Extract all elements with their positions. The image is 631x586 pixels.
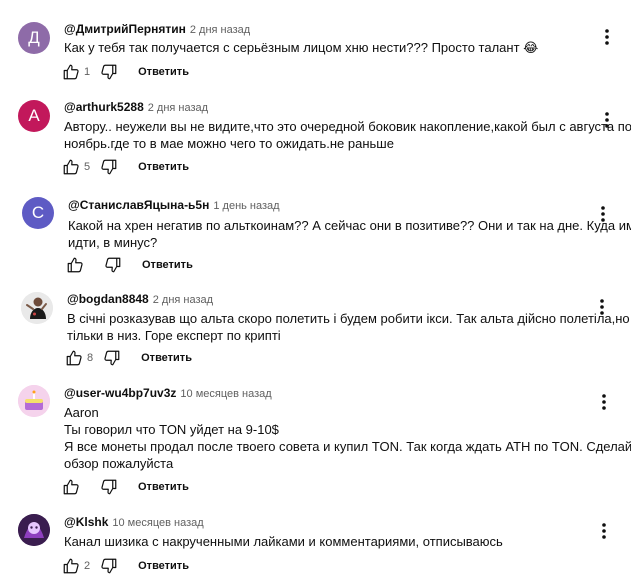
avatar-character-icon <box>18 514 50 546</box>
dislike-icon[interactable] <box>100 478 118 496</box>
dislike-icon[interactable] <box>100 158 118 176</box>
dislike-icon[interactable] <box>100 63 118 81</box>
more-options-icon[interactable] <box>603 28 611 46</box>
comment-text: Как у тебя так получается с серьёзным ли… <box>64 40 539 55</box>
reply-button[interactable]: Ответить <box>141 352 192 364</box>
comment-time[interactable]: 10 месяцев назад <box>112 517 203 529</box>
comment-text: Какой на хрен негатив по альткоинам?? А … <box>68 218 631 250</box>
dislike-icon[interactable] <box>104 256 122 274</box>
dislike-icon[interactable] <box>103 349 121 367</box>
reply-button[interactable]: Ответить <box>138 560 189 572</box>
avatar[interactable] <box>18 385 50 417</box>
comment-text: В січні розказував що альта скоро полети… <box>67 311 630 343</box>
comment-text: Автору.. неужели вы не видите,что это оч… <box>64 119 631 151</box>
comment-time[interactable]: 1 день назад <box>213 200 279 212</box>
comment-author[interactable]: @arthurk5288 <box>64 100 144 114</box>
avatar[interactable] <box>21 292 53 324</box>
like-icon[interactable] <box>62 63 80 81</box>
comment-author[interactable]: @Klshk <box>64 515 108 529</box>
more-options-icon[interactable] <box>598 298 606 316</box>
more-options-icon[interactable] <box>599 205 607 223</box>
like-count: 1 <box>84 66 91 78</box>
comment-author[interactable]: @СтаниславЯцына-ь5н <box>68 198 209 212</box>
like-count: 8 <box>87 352 94 364</box>
comment-time[interactable]: 2 дня назад <box>153 294 213 306</box>
like-icon[interactable] <box>62 478 80 496</box>
avatar[interactable]: Д <box>18 22 50 54</box>
like-count: 2 <box>84 560 91 572</box>
avatar-photo-icon <box>21 292 53 324</box>
like-icon[interactable] <box>65 349 83 367</box>
like-icon[interactable] <box>66 256 84 274</box>
avatar-cake-icon <box>18 385 50 417</box>
reply-button[interactable]: Ответить <box>138 161 189 173</box>
comment-text: Aaron Ты говорил что TON уйдет на 9-10$ … <box>64 405 631 471</box>
comment-time[interactable]: 10 месяцев назад <box>180 388 271 400</box>
comment-text: Канал шизика с накрученными лайками и ко… <box>64 534 503 549</box>
dislike-icon[interactable] <box>100 557 118 575</box>
more-options-icon[interactable] <box>600 393 608 411</box>
more-options-icon[interactable] <box>600 522 608 540</box>
like-icon[interactable] <box>62 557 80 575</box>
comment-author[interactable]: @bogdan8848 <box>67 292 149 306</box>
comment-author[interactable]: @ДмитрийПернятин <box>64 22 186 36</box>
avatar[interactable] <box>18 514 50 546</box>
like-icon[interactable] <box>62 158 80 176</box>
comment-author[interactable]: @user-wu4bp7uv3z <box>64 386 176 400</box>
avatar[interactable]: A <box>18 100 50 132</box>
more-options-icon[interactable] <box>603 111 611 129</box>
comment-time[interactable]: 2 дня назад <box>148 102 208 114</box>
reply-button[interactable]: Ответить <box>138 481 189 493</box>
avatar[interactable]: C <box>22 197 54 229</box>
comment-time[interactable]: 2 дня назад <box>190 24 250 36</box>
like-count: 5 <box>84 161 91 173</box>
reply-button[interactable]: Ответить <box>142 259 193 271</box>
reply-button[interactable]: Ответить <box>138 66 189 78</box>
